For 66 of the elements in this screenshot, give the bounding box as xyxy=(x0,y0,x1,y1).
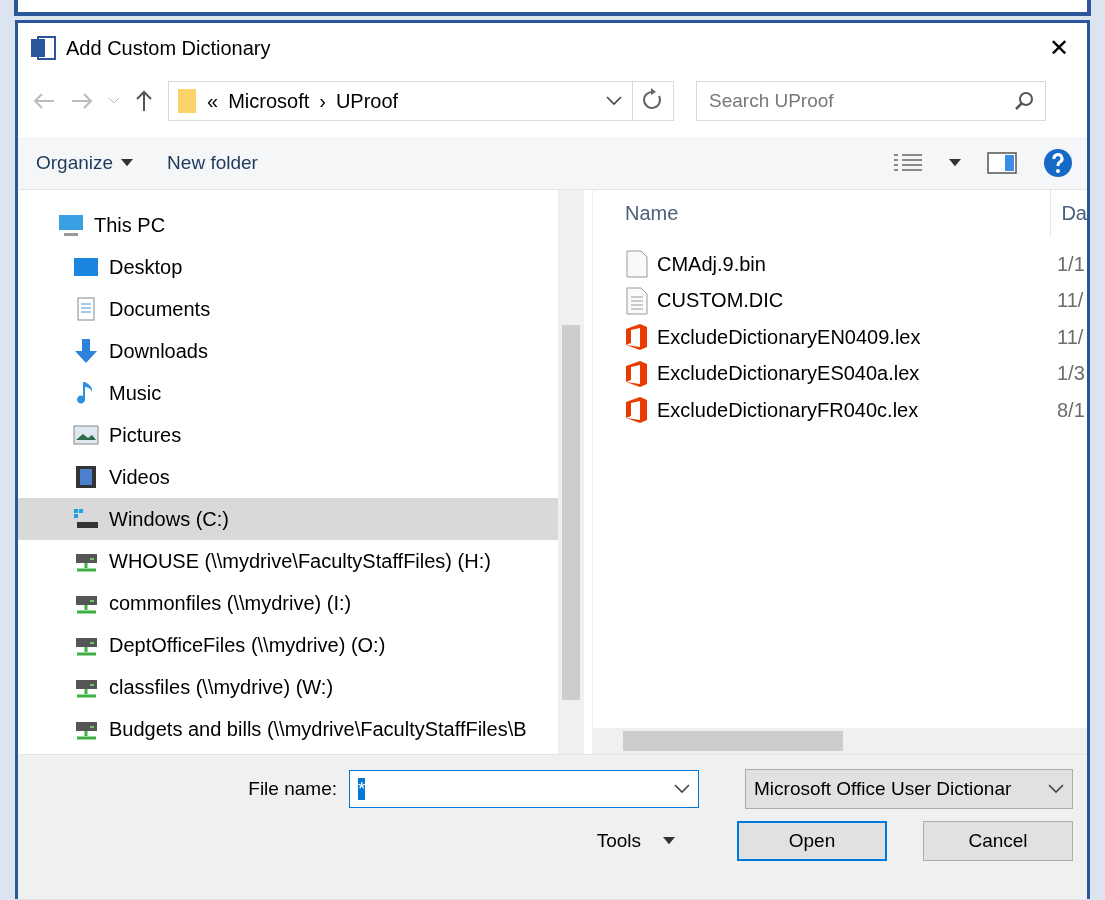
organize-button[interactable]: Organize xyxy=(32,148,138,178)
new-folder-button[interactable]: New folder xyxy=(163,148,262,178)
file-date: 11/ xyxy=(1057,325,1085,349)
sidebar-item[interactable]: DeptOfficeFiles (\\mydrive) (O:) xyxy=(18,624,558,666)
file-name[interactable]: ExcludeDictionaryES040a.lex xyxy=(657,362,1049,386)
file-name-value: * xyxy=(358,778,366,800)
breadcrumb[interactable]: « xyxy=(207,89,219,113)
file-date: 11/ xyxy=(1057,289,1085,313)
breadcrumb[interactable]: UProof xyxy=(335,89,399,113)
sidebar-item[interactable]: Pictures xyxy=(18,414,558,456)
picture-icon xyxy=(73,422,99,448)
chevron-down-icon[interactable] xyxy=(674,784,690,794)
window-title: Add Custom Dictionary xyxy=(66,36,272,60)
sidebar-item[interactable]: classfiles (\\mydrive) (W:) xyxy=(18,666,558,708)
search-field[interactable]: Search UProof xyxy=(696,81,1046,121)
chevron-down-icon[interactable] xyxy=(1048,784,1064,794)
file-date: 8/1 xyxy=(1057,398,1086,422)
breadcrumb[interactable]: › xyxy=(319,89,326,113)
office-file-icon xyxy=(625,359,649,388)
sidebar-item[interactable]: commonfiles (\\mydrive) (I:) xyxy=(18,582,558,624)
caret-icon xyxy=(663,837,675,845)
sidebar-item[interactable]: Budgets and bills (\\mydrive\FacultyStaffFiles\B xyxy=(18,708,558,750)
sidebar-item[interactable]: Videos xyxy=(18,456,558,498)
sidebar-item[interactable]: WHOUSE (\\mydrive\FacultyStaffFiles) (H:) xyxy=(18,540,558,582)
chevron-down-icon[interactable] xyxy=(606,96,622,106)
sidebar-item[interactable]: Downloads xyxy=(18,330,558,372)
sidebar-item[interactable]: Windows (C:) xyxy=(18,498,558,540)
preview-pane-icon[interactable] xyxy=(987,152,1017,174)
sidebar-item[interactable]: Desktop xyxy=(18,246,558,288)
text-file-icon xyxy=(625,286,649,315)
file-date: 1/1 xyxy=(1057,252,1086,276)
file-name[interactable]: ExcludeDictionaryEN0409.lex xyxy=(657,325,1049,349)
sidebar-item[interactable]: This PC xyxy=(18,204,558,246)
word-app-icon xyxy=(30,35,56,61)
address-bar[interactable]: « Microsoft › UProof xyxy=(168,81,674,121)
film-icon xyxy=(73,464,99,490)
close-button[interactable]: ✕ xyxy=(1043,34,1075,62)
cancel-button[interactable]: Cancel xyxy=(923,821,1073,861)
horizontal-scrollbar[interactable] xyxy=(593,728,1087,754)
computer-icon xyxy=(58,212,84,238)
sidebar-item[interactable]: Documents xyxy=(18,288,558,330)
open-button[interactable]: Open xyxy=(737,821,887,861)
office-file-icon xyxy=(625,323,649,352)
vertical-scrollbar[interactable] xyxy=(558,190,584,754)
column-header[interactable]: Name xyxy=(625,201,1051,225)
search-icon xyxy=(1014,91,1034,111)
help-icon[interactable] xyxy=(1043,148,1073,178)
folder-icon xyxy=(177,88,197,114)
file-name-field[interactable]: * xyxy=(349,770,699,808)
caret-icon xyxy=(121,159,134,167)
view-caret-icon xyxy=(949,159,961,167)
view-options-icon[interactable] xyxy=(893,153,923,173)
download-arrow-icon xyxy=(73,338,99,364)
breadcrumb[interactable]: Microsoft xyxy=(228,89,310,113)
file-name[interactable]: ExcludeDictionaryFR040c.lex xyxy=(657,398,1049,422)
file-type-dropdown[interactable]: Microsoft Office User Dictionar xyxy=(745,769,1073,809)
file-date: 1/3 xyxy=(1057,362,1086,386)
blank-file-icon xyxy=(625,250,649,279)
sidebar-item[interactable]: Music xyxy=(18,372,558,414)
file-name[interactable]: CUSTOM.DIC xyxy=(657,289,1049,313)
file-name[interactable]: CMAdj.9.bin xyxy=(657,252,1049,276)
office-file-icon xyxy=(625,396,649,425)
field-label: File name: xyxy=(248,778,337,800)
up-arrow-icon[interactable] xyxy=(134,89,154,113)
tools-button[interactable]: Tools xyxy=(590,829,681,853)
column-header[interactable]: Da xyxy=(1050,190,1087,236)
